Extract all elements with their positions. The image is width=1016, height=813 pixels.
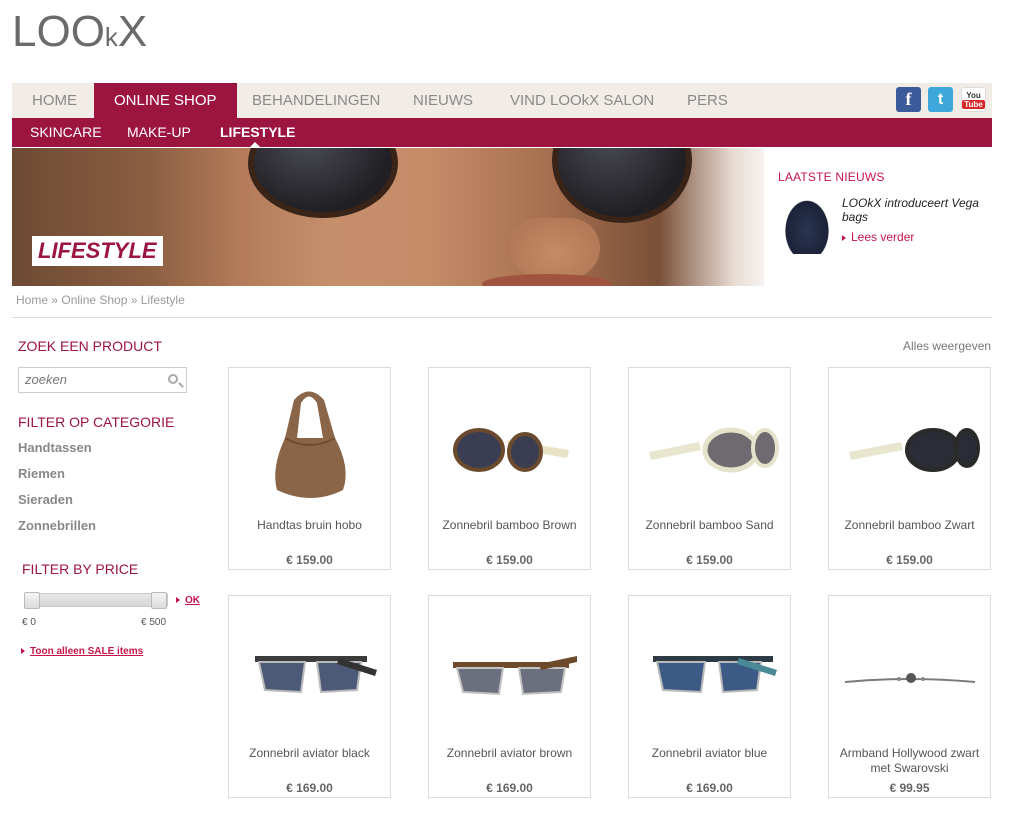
news-bag-image[interactable] [782, 196, 832, 254]
price-ok-label: OK [185, 595, 200, 606]
facebook-glyph: f [905, 89, 912, 109]
product-name[interactable]: Zonnebril bamboo Zwart [829, 518, 990, 533]
product-price: € 159.00 [886, 553, 933, 567]
sunglasses-lens-right [552, 148, 692, 223]
product-name[interactable]: Zonnebril aviator brown [429, 746, 590, 761]
sale-only-link[interactable]: Toon alleen SALE items [21, 646, 143, 657]
price-slider-max-handle[interactable] [151, 592, 167, 609]
logo-part-3: X [117, 7, 148, 56]
sunglasses-image [255, 656, 377, 694]
price-max-label: € 500 [141, 617, 167, 628]
product-price: € 169.00 [286, 781, 333, 795]
sale-only-label: Toon alleen SALE items [30, 646, 144, 657]
search-icon[interactable] [168, 374, 178, 384]
search-heading: ZOEK EEN PRODUCT [18, 338, 162, 354]
product-price: € 169.00 [686, 781, 733, 795]
news-read-more-link[interactable]: Lees verder [842, 230, 914, 244]
search-input[interactable] [19, 368, 159, 391]
logo-part-2: k [104, 22, 118, 52]
product-name[interactable]: Zonnebril aviator black [229, 746, 390, 761]
product-card[interactable]: Zonnebril bamboo Zwart € 159.00 [828, 367, 991, 570]
lookx-logo[interactable]: LOOkX [12, 10, 147, 59]
banner-face-nose [510, 218, 600, 278]
news-title[interactable]: LOOkX introduceert Vega bags [842, 196, 992, 224]
breadcrumb-divider [12, 317, 992, 318]
product-card[interactable]: Handtas bruin hobo € 159.00 [228, 367, 391, 570]
handbag-image [275, 391, 346, 498]
nav-home[interactable]: HOME [12, 83, 97, 118]
breadcrumb-current: Lifestyle [140, 293, 185, 307]
nav-nieuws[interactable]: NIEUWS [393, 83, 493, 118]
sunglasses-lens-left [248, 148, 398, 218]
category-handtassen[interactable]: Handtassen [18, 440, 92, 455]
nav-vind-salon[interactable]: VIND LOOkX SALON [490, 83, 674, 118]
price-ok-button[interactable]: OK [176, 595, 200, 606]
arrow-right-icon [176, 597, 180, 604]
latest-news: LAATSTE NIEUWS LOOkX introduceert Vega b… [778, 170, 992, 254]
banner-label: LIFESTYLE [32, 236, 163, 266]
twitter-glyph: t [937, 90, 944, 108]
price-heading: FILTER BY PRICE [22, 561, 139, 577]
product-price: € 159.00 [286, 553, 333, 567]
search-box [18, 367, 187, 393]
product-card[interactable]: Zonnebril bamboo Sand € 159.00 [628, 367, 791, 570]
product-price: € 159.00 [686, 553, 733, 567]
facebook-icon[interactable]: f [896, 87, 921, 112]
arrow-right-icon [842, 234, 846, 241]
breadcrumb-separator: » [48, 293, 62, 307]
twitter-icon[interactable]: t [928, 87, 953, 112]
arrow-right-icon [21, 648, 25, 655]
product-card[interactable]: Zonnebril aviator brown € 169.00 [428, 595, 591, 798]
sub-nav: SKINCARE MAKE-UP LIFESTYLE [12, 118, 992, 147]
product-name[interactable]: Zonnebril bamboo Brown [429, 518, 590, 533]
breadcrumb-separator: » [127, 293, 141, 307]
breadcrumb-online-shop[interactable]: Online Shop [61, 293, 127, 307]
product-card[interactable]: Zonnebril aviator blue € 169.00 [628, 595, 791, 798]
product-card[interactable]: Zonnebril aviator black € 169.00 [228, 595, 391, 798]
active-caret-icon [250, 142, 260, 147]
product-name[interactable]: Handtas bruin hobo [229, 518, 390, 533]
sunglasses-image [649, 427, 779, 473]
product-price: € 99.95 [889, 781, 930, 795]
bracelet-image [844, 673, 976, 683]
category-zonnebrillen[interactable]: Zonnebrillen [18, 518, 96, 533]
category-riemen[interactable]: Riemen [18, 466, 65, 481]
subnav-make-up[interactable]: MAKE-UP [127, 118, 191, 147]
breadcrumb-home[interactable]: Home [16, 293, 48, 307]
product-name[interactable]: Zonnebril bamboo Sand [629, 518, 790, 533]
subnav-skincare[interactable]: SKINCARE [30, 118, 102, 147]
category-sieraden[interactable]: Sieraden [18, 492, 73, 507]
product-card[interactable]: Zonnebril bamboo Brown € 159.00 [428, 367, 591, 570]
news-read-more-label: Lees verder [851, 230, 915, 244]
banner-face-lips [482, 274, 612, 286]
product-price: € 169.00 [486, 781, 533, 795]
nav-behandelingen[interactable]: BEHANDELINGEN [232, 83, 400, 118]
logo-part-1: LOO [12, 7, 105, 56]
price-slider-min-handle[interactable] [24, 592, 40, 609]
breadcrumb: Home » Online Shop » Lifestyle [16, 293, 185, 307]
nav-pers[interactable]: PERS [667, 83, 748, 118]
youtube-icon[interactable]: You Tube [961, 87, 986, 112]
category-heading: FILTER OP CATEGORIE [18, 414, 175, 430]
product-name[interactable]: Armband Hollywood zwart met Swarovski [829, 746, 990, 776]
youtube-text-bottom: Tube [962, 99, 985, 109]
show-all-link[interactable]: Alles weergeven [903, 339, 991, 353]
product-card[interactable]: Armband Hollywood zwart met Swarovski € … [828, 595, 991, 798]
lifestyle-banner: LIFESTYLE [12, 148, 764, 286]
nav-online-shop[interactable]: ONLINE SHOP [94, 83, 237, 118]
price-slider[interactable] [24, 592, 168, 609]
youtube-text-top: You [966, 90, 981, 100]
news-heading: LAATSTE NIEUWS [778, 170, 885, 184]
price-min-label: € 0 [22, 617, 36, 628]
sunglasses-image [849, 428, 980, 472]
sunglasses-image [453, 656, 577, 696]
product-price: € 159.00 [486, 553, 533, 567]
main-nav: HOME ONLINE SHOP BEHANDELINGEN NIEUWS VI… [12, 83, 992, 118]
product-name[interactable]: Zonnebril aviator blue [629, 746, 790, 761]
sunglasses-image [453, 428, 569, 472]
sunglasses-image [653, 656, 777, 694]
